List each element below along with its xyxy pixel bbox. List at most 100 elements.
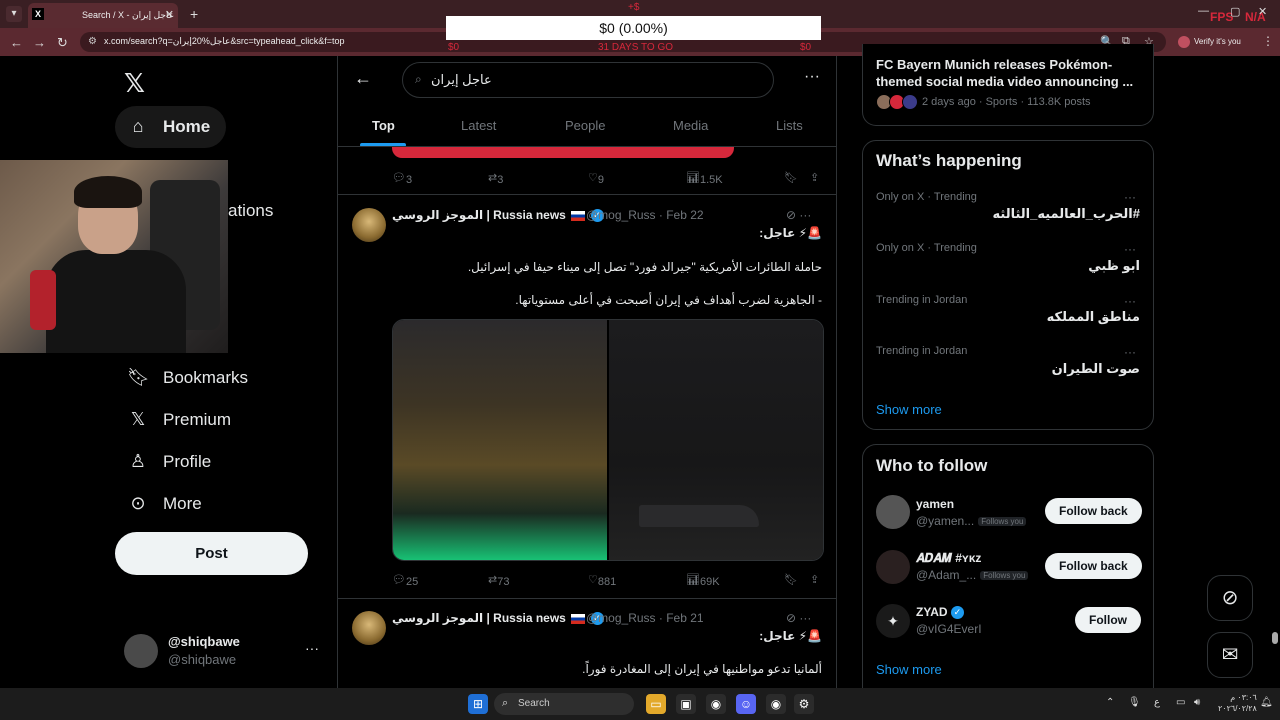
tweet-more-icon[interactable]: ⊘ ··· — [786, 611, 811, 625]
network-icon[interactable]: ▭ — [1176, 697, 1185, 708]
trend-more-icon[interactable]: ··· — [1124, 242, 1136, 256]
x-logo-icon[interactable]: 𝕏 — [124, 68, 145, 99]
search-tabs: Top Latest People Media Lists — [338, 106, 836, 144]
chrome-active-icon[interactable]: ◉ — [766, 694, 786, 714]
reload-icon[interactable]: ↻ — [57, 35, 68, 51]
close-window-icon[interactable]: ✕ — [1258, 5, 1267, 18]
windows-start-icon[interactable]: ⊞ — [468, 694, 488, 714]
reply-button[interactable]: 💬︎ 25 — [392, 573, 418, 588]
tab-close-icon[interactable]: ✕ — [165, 8, 174, 21]
bookmark-tweet-icon[interactable]: 🔖︎ — [784, 171, 798, 184]
post-button[interactable]: Post — [115, 532, 308, 575]
search-input[interactable]: ⌕ عاجل إيران — [402, 62, 774, 98]
news-title[interactable]: FC Bayern Munich releases Pokémon-themed… — [876, 56, 1136, 90]
trend-name[interactable]: #الحرب_العالميه_الثالثه — [993, 206, 1141, 222]
follow-button[interactable]: Follow — [1075, 607, 1141, 633]
store-icon[interactable]: ▣ — [676, 694, 696, 714]
trend-more-icon[interactable]: ··· — [1124, 345, 1136, 359]
trend-name[interactable]: صوت الطيران — [1052, 361, 1140, 377]
app-icon[interactable]: ⚙ — [794, 694, 814, 714]
tweet-media[interactable] — [392, 319, 824, 561]
trend-name[interactable]: ابو ظبي — [1088, 258, 1140, 274]
grok-icon[interactable]: ⊘ — [1207, 575, 1253, 621]
sidebar-item-premium[interactable]: 𝕏 Premium — [115, 399, 247, 441]
like-button[interactable]: ♡ 9 — [588, 171, 604, 186]
repost-button[interactable]: ⇄ 3 — [488, 171, 503, 186]
tab-latest[interactable]: Latest — [461, 118, 496, 133]
tweet-author[interactable]: الموجز الروسي | Russia news ✓ — [392, 611, 604, 626]
tweet-image-carrier[interactable] — [609, 320, 823, 560]
notifications-icon[interactable]: 🔔︎ — [1260, 697, 1273, 708]
account-avatar[interactable] — [124, 634, 158, 668]
scrollbar[interactable] — [1272, 632, 1278, 644]
like-button[interactable]: ♡ 881 — [588, 573, 616, 588]
tab-media[interactable]: Media — [673, 118, 708, 133]
site-info-icon[interactable]: ⚙ — [88, 36, 97, 47]
user-name[interactable]: 𝑨𝑫𝑨𝑴 #ʏᴋᴢ — [916, 551, 981, 566]
share-icon[interactable]: ⇪ — [810, 171, 819, 184]
volume-icon[interactable]: 🔊︎ — [1194, 697, 1200, 708]
views-button[interactable]: 📊︎ 1.5K — [686, 171, 723, 186]
avatar[interactable] — [876, 550, 910, 584]
follow-back-button[interactable]: Follow back — [1045, 553, 1142, 579]
bookmark-tweet-icon[interactable]: 🔖︎ — [784, 573, 798, 586]
new-tab-button[interactable]: + — [190, 6, 198, 22]
avatar[interactable] — [876, 495, 910, 529]
search-options-icon[interactable]: ··· — [804, 68, 820, 86]
views-button[interactable]: 📊︎ 69K — [686, 573, 720, 588]
maximize-icon[interactable]: ▢ — [1230, 5, 1240, 18]
show-more-follow-link[interactable]: Show more — [876, 662, 942, 677]
share-icon[interactable]: ⇪ — [810, 573, 819, 586]
tray-chevron-icon[interactable]: ⌃ — [1106, 697, 1114, 708]
view-count: 69K — [699, 576, 720, 588]
language-indicator[interactable]: ع — [1154, 697, 1160, 708]
forward-nav-icon[interactable]: → — [33, 35, 46, 50]
clock[interactable]: ٠٣:٠٦ م ٢٠٢٦/٠٢/٢٨ — [1218, 692, 1257, 714]
trend-more-icon[interactable]: ··· — [1124, 294, 1136, 308]
back-arrow-icon[interactable]: ← — [354, 68, 372, 89]
tweet-image-night-sky[interactable] — [393, 320, 607, 560]
tab-top[interactable]: Top — [372, 118, 395, 133]
account-more-icon[interactable]: ··· — [305, 640, 319, 656]
browser-tab[interactable]: X Search / X - عاجل إيران ✕ — [28, 3, 178, 28]
verify-profile-chip[interactable]: Verify it's you — [1176, 34, 1247, 50]
follows-you-badge: Follows you — [978, 517, 1027, 527]
sidebar-item-bookmarks[interactable]: 🔖︎ Bookmarks — [115, 357, 264, 399]
reply-button[interactable]: 💬︎ 3 — [392, 171, 412, 186]
back-nav-icon[interactable]: ← — [10, 35, 23, 50]
tweet-avatar[interactable] — [352, 611, 386, 645]
trend-more-icon[interactable]: ··· — [1124, 190, 1136, 204]
sidebar-item-home[interactable]: ⌂ Home — [115, 106, 227, 148]
tweet-author[interactable]: الموجز الروسي | Russia news ✓ — [392, 208, 604, 223]
tweet-date[interactable]: Feb 22 — [666, 208, 703, 222]
account-name[interactable]: @shiqbawe — [168, 634, 240, 649]
microphone-icon[interactable]: 🎙︎ — [1128, 697, 1141, 708]
tweet-handle[interactable]: @mog_Russ — [586, 611, 656, 625]
show-more-trends-link[interactable]: Show more — [876, 402, 942, 417]
minimize-icon[interactable]: — — [1198, 5, 1209, 17]
user-name[interactable]: ZYAD ✓ — [916, 605, 964, 620]
tweet-date[interactable]: Feb 21 — [666, 611, 703, 625]
clock-time: ٠٣:٠٦ م — [1230, 693, 1257, 702]
tweet-handle[interactable]: @mog_Russ — [586, 208, 656, 222]
sidebar-item-more[interactable]: ⊙ More — [115, 483, 218, 525]
trend-context: Trending in Jordan — [876, 294, 968, 306]
tweet-more-icon[interactable]: ⊘ ··· — [786, 208, 811, 222]
taskbar-search[interactable]: ⌕ Search — [494, 693, 634, 715]
tweet-avatar[interactable] — [352, 208, 386, 242]
avatar[interactable]: ✦ — [876, 604, 910, 638]
discord-icon[interactable]: ☺ — [736, 694, 756, 714]
browser-menu-icon[interactable]: ⋮ — [1262, 34, 1274, 48]
trend-name[interactable]: مناطق المملكه — [1047, 309, 1140, 325]
follow-back-button[interactable]: Follow back — [1045, 498, 1142, 524]
chrome-icon[interactable]: ◉ — [706, 694, 726, 714]
repost-button[interactable]: ⇄ 73 — [488, 573, 509, 588]
tab-search-icon[interactable]: ▾ — [6, 6, 22, 22]
tab-people[interactable]: People — [565, 118, 605, 133]
messages-icon[interactable]: ✉ — [1207, 632, 1253, 678]
user-name[interactable]: yamen — [916, 497, 954, 511]
price-overlay: $0 (0.00%) — [446, 16, 821, 40]
file-explorer-icon[interactable]: ▭ — [646, 694, 666, 714]
tab-lists[interactable]: Lists — [776, 118, 803, 133]
sidebar-item-profile[interactable]: ♙ Profile — [115, 441, 227, 483]
